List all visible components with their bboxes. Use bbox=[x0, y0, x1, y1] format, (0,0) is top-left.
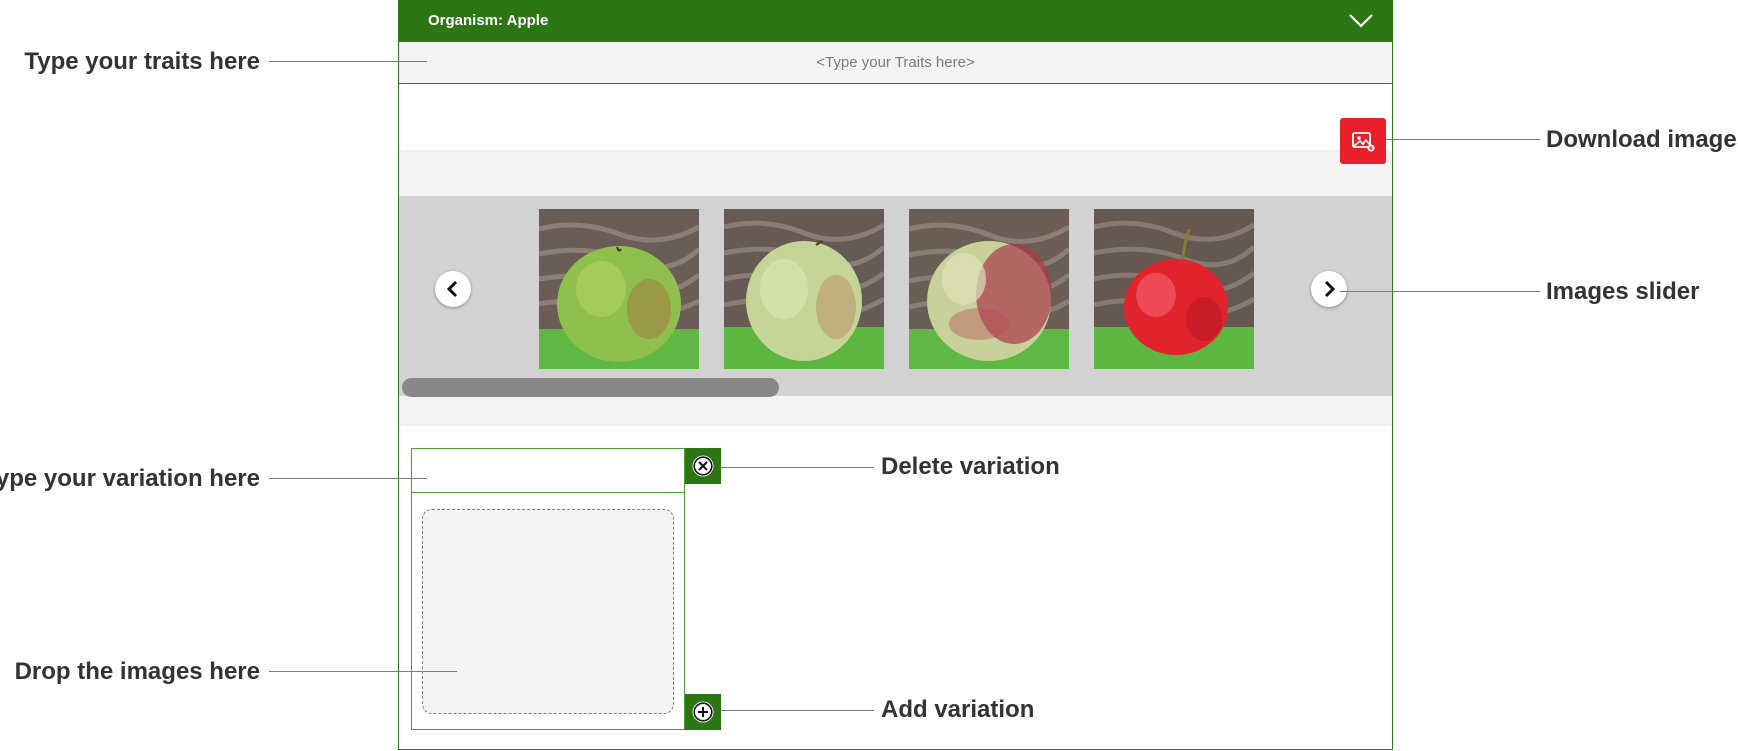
organism-panel: Organism: Apple <Type your Traits here> bbox=[398, 0, 1393, 750]
annotation-traits-line bbox=[269, 61, 427, 62]
image-dropzone[interactable] bbox=[422, 509, 674, 714]
add-variation-button[interactable] bbox=[685, 694, 721, 730]
traits-input[interactable]: <Type your Traits here> bbox=[399, 42, 1392, 84]
organism-title: Organism: Apple bbox=[428, 12, 549, 29]
slider-image[interactable] bbox=[1094, 209, 1254, 369]
delete-variation-button[interactable] bbox=[685, 448, 721, 484]
variation-input[interactable] bbox=[412, 449, 684, 493]
annotation-variation-line bbox=[269, 478, 427, 479]
annotation-add: Add variation bbox=[881, 696, 1035, 723]
annotation-add-line bbox=[720, 710, 874, 711]
annotation-variation: Type your variation here bbox=[0, 465, 260, 492]
slider-next-button[interactable] bbox=[1311, 271, 1347, 307]
images-slider[interactable] bbox=[399, 196, 1392, 397]
annotation-drop-line bbox=[269, 671, 457, 672]
chevron-down-icon[interactable] bbox=[1347, 10, 1375, 30]
traits-placeholder: <Type your Traits here> bbox=[816, 54, 975, 71]
download-images-button[interactable] bbox=[1340, 118, 1386, 164]
annotation-download-line bbox=[1386, 139, 1540, 140]
annotation-drop: Drop the images here bbox=[14, 658, 260, 685]
annotation-download: Download images bbox=[1546, 126, 1738, 153]
slider-image[interactable] bbox=[539, 209, 699, 369]
variation-card bbox=[411, 448, 685, 730]
annotation-delete: Delete variation bbox=[881, 453, 1060, 480]
organism-header[interactable]: Organism: Apple bbox=[398, 0, 1393, 42]
slider-image[interactable] bbox=[909, 209, 1069, 369]
slider-image[interactable] bbox=[724, 209, 884, 369]
slider-prev-button[interactable] bbox=[435, 271, 471, 307]
annotation-delete-line bbox=[720, 467, 874, 468]
slider-scrollbar[interactable] bbox=[402, 378, 779, 397]
annotation-slider: Images slider bbox=[1546, 278, 1700, 305]
annotation-traits: Type your traits here bbox=[24, 48, 260, 75]
annotation-slider-line bbox=[1340, 291, 1540, 292]
